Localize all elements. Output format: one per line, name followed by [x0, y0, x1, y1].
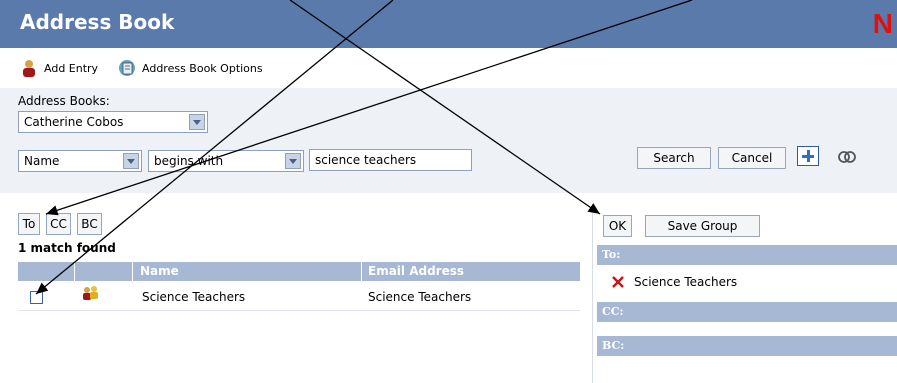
remove-icon[interactable] — [611, 275, 625, 289]
brand-logo: N — [872, 8, 893, 39]
operator-value: begins with — [154, 154, 224, 168]
group-contact-icon — [83, 286, 98, 300]
recipient-item: Science Teachers — [611, 275, 737, 289]
chevron-down-icon[interactable] — [285, 153, 301, 169]
row-checkbox[interactable] — [30, 291, 43, 304]
chevron-down-icon[interactable] — [123, 153, 139, 169]
window-title: Address Book — [20, 10, 175, 34]
table-row[interactable]: Science Teachers Science Teachers — [18, 284, 580, 311]
bc-section-header: BC: — [597, 336, 897, 356]
plus-icon[interactable] — [797, 146, 819, 166]
ok-button[interactable]: OK — [603, 215, 632, 237]
field-select[interactable]: Name — [18, 150, 142, 172]
results-table-header: Name Email Address — [18, 262, 580, 281]
bc-header-label: BC: — [602, 339, 625, 352]
search-button[interactable]: Search — [637, 147, 711, 169]
operator-select[interactable]: begins with — [148, 150, 304, 172]
bc-button[interactable]: BC — [77, 213, 102, 235]
column-separator — [74, 262, 75, 281]
chevron-down-icon[interactable] — [189, 114, 205, 130]
address-book-select[interactable]: Catherine Cobos — [18, 111, 208, 133]
row-email: Science Teachers — [368, 290, 472, 304]
address-book-value: Catherine Cobos — [24, 115, 124, 129]
toolbar: Add Entry Address Book Options — [0, 48, 897, 89]
rings-icon[interactable] — [837, 150, 857, 164]
to-section-header: To: — [597, 245, 897, 265]
search-panel — [0, 88, 897, 193]
address-books-label: Address Books: — [18, 94, 110, 108]
column-separator — [132, 262, 133, 281]
cc-section-header: CC: — [597, 302, 897, 322]
title-bar: Address Book N — [0, 0, 897, 48]
cc-button[interactable]: CC — [46, 213, 71, 235]
column-header-name[interactable]: Name — [140, 264, 179, 278]
add-entry-label: Add Entry — [44, 61, 99, 75]
column-header-email[interactable]: Email Address — [368, 264, 464, 278]
cc-header-label: CC: — [602, 305, 624, 318]
recipient-name: Science Teachers — [634, 275, 738, 289]
add-entry-icon — [23, 60, 35, 77]
save-group-button[interactable]: Save Group — [645, 215, 760, 237]
search-input[interactable]: science teachers — [309, 149, 472, 171]
match-count: 1 match found — [18, 241, 116, 255]
field-value: Name — [24, 154, 60, 168]
row-name: Science Teachers — [142, 290, 246, 304]
add-entry-button[interactable]: Add Entry — [20, 58, 98, 78]
to-header-label: To: — [602, 248, 621, 261]
address-book-options-icon — [119, 60, 135, 76]
search-query: science teachers — [315, 153, 417, 167]
column-separator — [361, 262, 362, 281]
to-button[interactable]: To — [18, 213, 40, 235]
address-book-options-button[interactable]: Address Book Options — [118, 58, 263, 78]
cancel-button[interactable]: Cancel — [718, 147, 786, 169]
address-book-options-label: Address Book Options — [142, 61, 263, 75]
pane-divider — [592, 208, 593, 383]
